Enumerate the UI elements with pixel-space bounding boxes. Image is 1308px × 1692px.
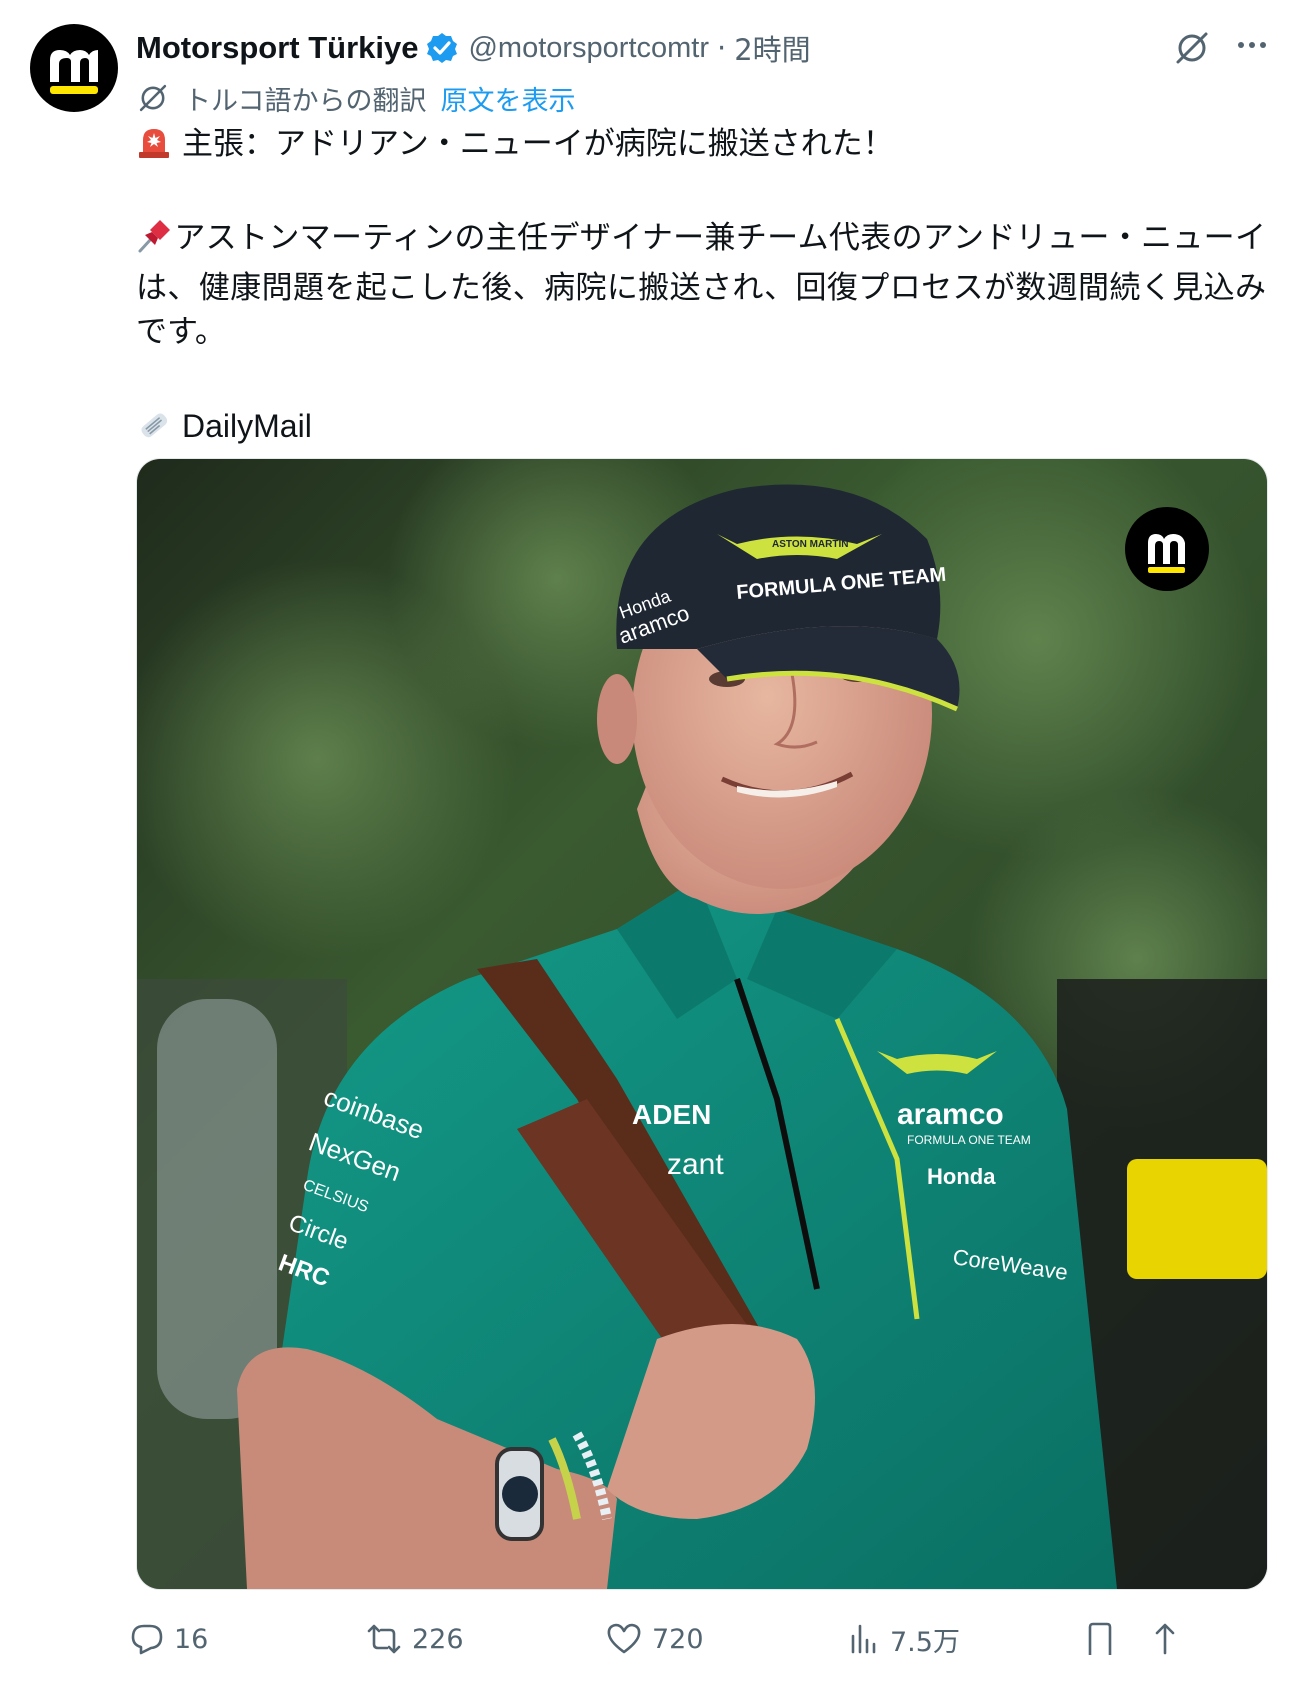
photo-adrian-newey: FORMULA ONE TEAM ASTON MARTIN Honda aram… [137,459,1267,1589]
text-line-1: 主張：アドリアン・ニューイが病院に搬送された！ [136,122,1266,172]
cap-brand: ASTON MARTIN [772,539,848,550]
post-time[interactable]: 2時間 [734,27,810,69]
bookmark-button[interactable] [1085,1621,1115,1657]
like-count: 720 [652,1623,704,1655]
shirt-right-3: Honda [927,1164,996,1189]
views-count: 7.5万 [890,1626,960,1658]
text-line-3: DailyMail [136,404,1266,455]
account-avatar[interactable] [30,24,118,112]
verified-badge-icon [426,32,458,64]
post-text: 主張：アドリアン・ニューイが病院に搬送された！ アストンマーティンの主任デザイナ… [136,122,1266,455]
grok-icon [1176,32,1208,64]
post-header: Motorsport Türkiye @motorsportcomtr · 2時… [136,28,811,68]
share-icon [1155,1623,1175,1655]
views-chart-icon [851,1624,876,1654]
bookmark-icon [1088,1622,1112,1655]
chest-logo-1: ADEN [632,1099,711,1130]
post-image[interactable]: FORMULA ONE TEAM ASTON MARTIN Honda aram… [136,458,1268,1590]
newspaper-icon [136,407,172,455]
repost-button[interactable]: 226 [366,1622,464,1656]
post-actions: 16 226 720 7.5万 [130,1614,1280,1664]
headline-text: 主張：アドリアン・ニューイが病院に搬送された！ [182,126,894,162]
repost-icon [367,1624,401,1654]
pushpin-icon [136,218,172,266]
reply-button[interactable]: 16 [130,1622,208,1656]
body-text: アストンマーティンの主任デザイナー兼チーム代表のアンドリュー・ニューイは、健康問… [136,220,1266,350]
reply-count: 16 [174,1623,209,1655]
more-icon [1238,42,1266,48]
translation-bar: トルコ語からの翻訳 原文を表示 [136,78,575,118]
grok-translate-icon [139,84,167,112]
siren-icon [136,124,172,172]
shirt-right-2: FORMULA ONE TEAM [907,1133,1031,1147]
share-button[interactable] [1150,1621,1180,1657]
heart-icon [607,1623,641,1654]
grok-button[interactable] [1172,28,1212,72]
source-text: DailyMail [182,408,312,444]
account-handle[interactable]: @motorsportcomtr [468,32,709,65]
reply-icon [131,1624,163,1655]
account-name[interactable]: Motorsport Türkiye [136,30,418,66]
shirt-right-1: aramco [897,1098,1004,1131]
text-line-2: アストンマーティンの主任デザイナー兼チーム代表のアンドリュー・ニューイは、健康問… [136,216,1266,354]
show-original-link[interactable]: 原文を表示 [440,79,575,118]
like-button[interactable]: 720 [606,1622,704,1656]
translation-label: トルコ語からの翻訳 [184,85,427,117]
chest-logo-2: zant [667,1148,724,1181]
more-options-button[interactable] [1232,28,1272,72]
repost-count: 226 [412,1623,464,1655]
separator: · [717,31,727,65]
views-button[interactable]: 7.5万 [848,1620,960,1659]
motorsport-logo-icon [50,50,98,94]
